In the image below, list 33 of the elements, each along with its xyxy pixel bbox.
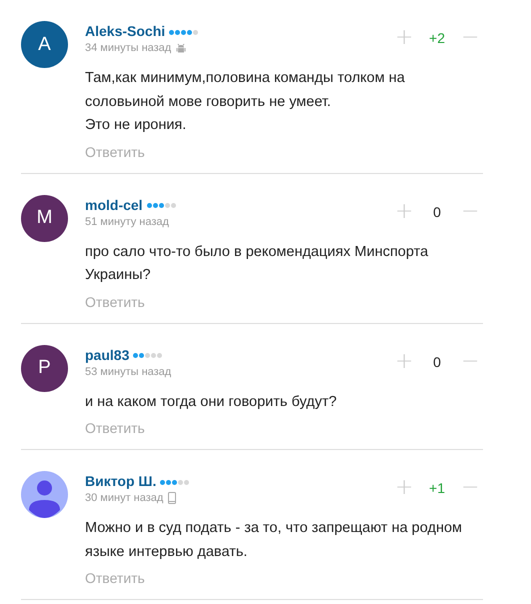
comment-text: про сало что-то было в рекомендациях Минспорта Украины? bbox=[85, 242, 430, 285]
comment-time: 51 минуту назад bbox=[85, 216, 169, 228]
comment-time: 30 минут назад bbox=[85, 492, 164, 504]
avatar: P bbox=[21, 344, 68, 392]
comment-text: и на каком тогда они говорить будут? bbox=[85, 392, 338, 412]
downvote-button[interactable]: − bbox=[457, 200, 483, 222]
reply-link[interactable]: Ответить bbox=[85, 144, 145, 160]
author-name[interactable]: Виктор Ш. bbox=[85, 473, 156, 489]
vote-score: 0 bbox=[432, 204, 442, 220]
vote-score: 0 bbox=[432, 354, 442, 370]
downvote-button[interactable]: − bbox=[457, 350, 483, 372]
reply-link[interactable]: Ответить bbox=[85, 294, 145, 310]
author-name[interactable]: Aleks-Sochi bbox=[85, 23, 166, 39]
comment-text: Можно и в суд подать - за то, что запрещают на родном языке интервью давать. bbox=[85, 519, 463, 562]
avatar: A bbox=[21, 21, 68, 68]
author-name[interactable]: paul83 bbox=[85, 346, 130, 362]
comment-time: 34 минуты назад bbox=[85, 42, 172, 54]
author-name[interactable]: mold-cel bbox=[85, 196, 143, 212]
upvote-button[interactable]: + bbox=[391, 200, 417, 222]
phone-icon bbox=[168, 492, 176, 504]
downvote-button[interactable]: − bbox=[457, 477, 483, 499]
downvote-button[interactable]: − bbox=[457, 27, 483, 49]
vote-score: +2 bbox=[428, 30, 446, 46]
android-icon bbox=[176, 42, 186, 54]
comment-time: 53 минуты назад bbox=[85, 366, 172, 378]
avatar: M bbox=[21, 194, 68, 242]
upvote-button[interactable]: + bbox=[391, 27, 417, 49]
comment-text: Там,как минимум,половина команды толком на соловьиной мове говорить не умеет. Это не ирония. bbox=[85, 69, 406, 135]
reply-link[interactable]: Ответить bbox=[85, 420, 145, 436]
upvote-button[interactable]: + bbox=[391, 350, 417, 372]
reply-link[interactable]: Ответить bbox=[85, 570, 145, 586]
upvote-button[interactable]: + bbox=[391, 477, 417, 499]
vote-score: +1 bbox=[428, 480, 446, 496]
